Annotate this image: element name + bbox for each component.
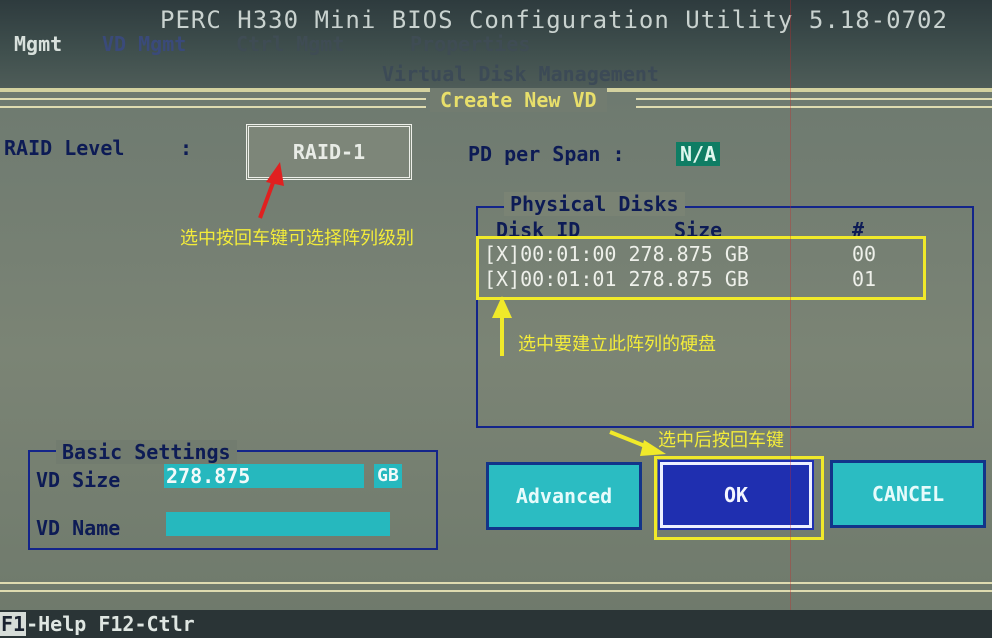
yellow-arrow-up-icon <box>492 296 512 356</box>
annotation-arrows <box>258 162 666 456</box>
red-arrow-icon <box>258 162 284 219</box>
annotation-press-enter: 选中后按回车键 <box>658 430 784 451</box>
annotation-raid-level: 选中按回车键可选择阵列级别 <box>180 228 414 249</box>
annotation-select-disks: 选中要建立此阵列的硬盘 <box>518 334 716 355</box>
